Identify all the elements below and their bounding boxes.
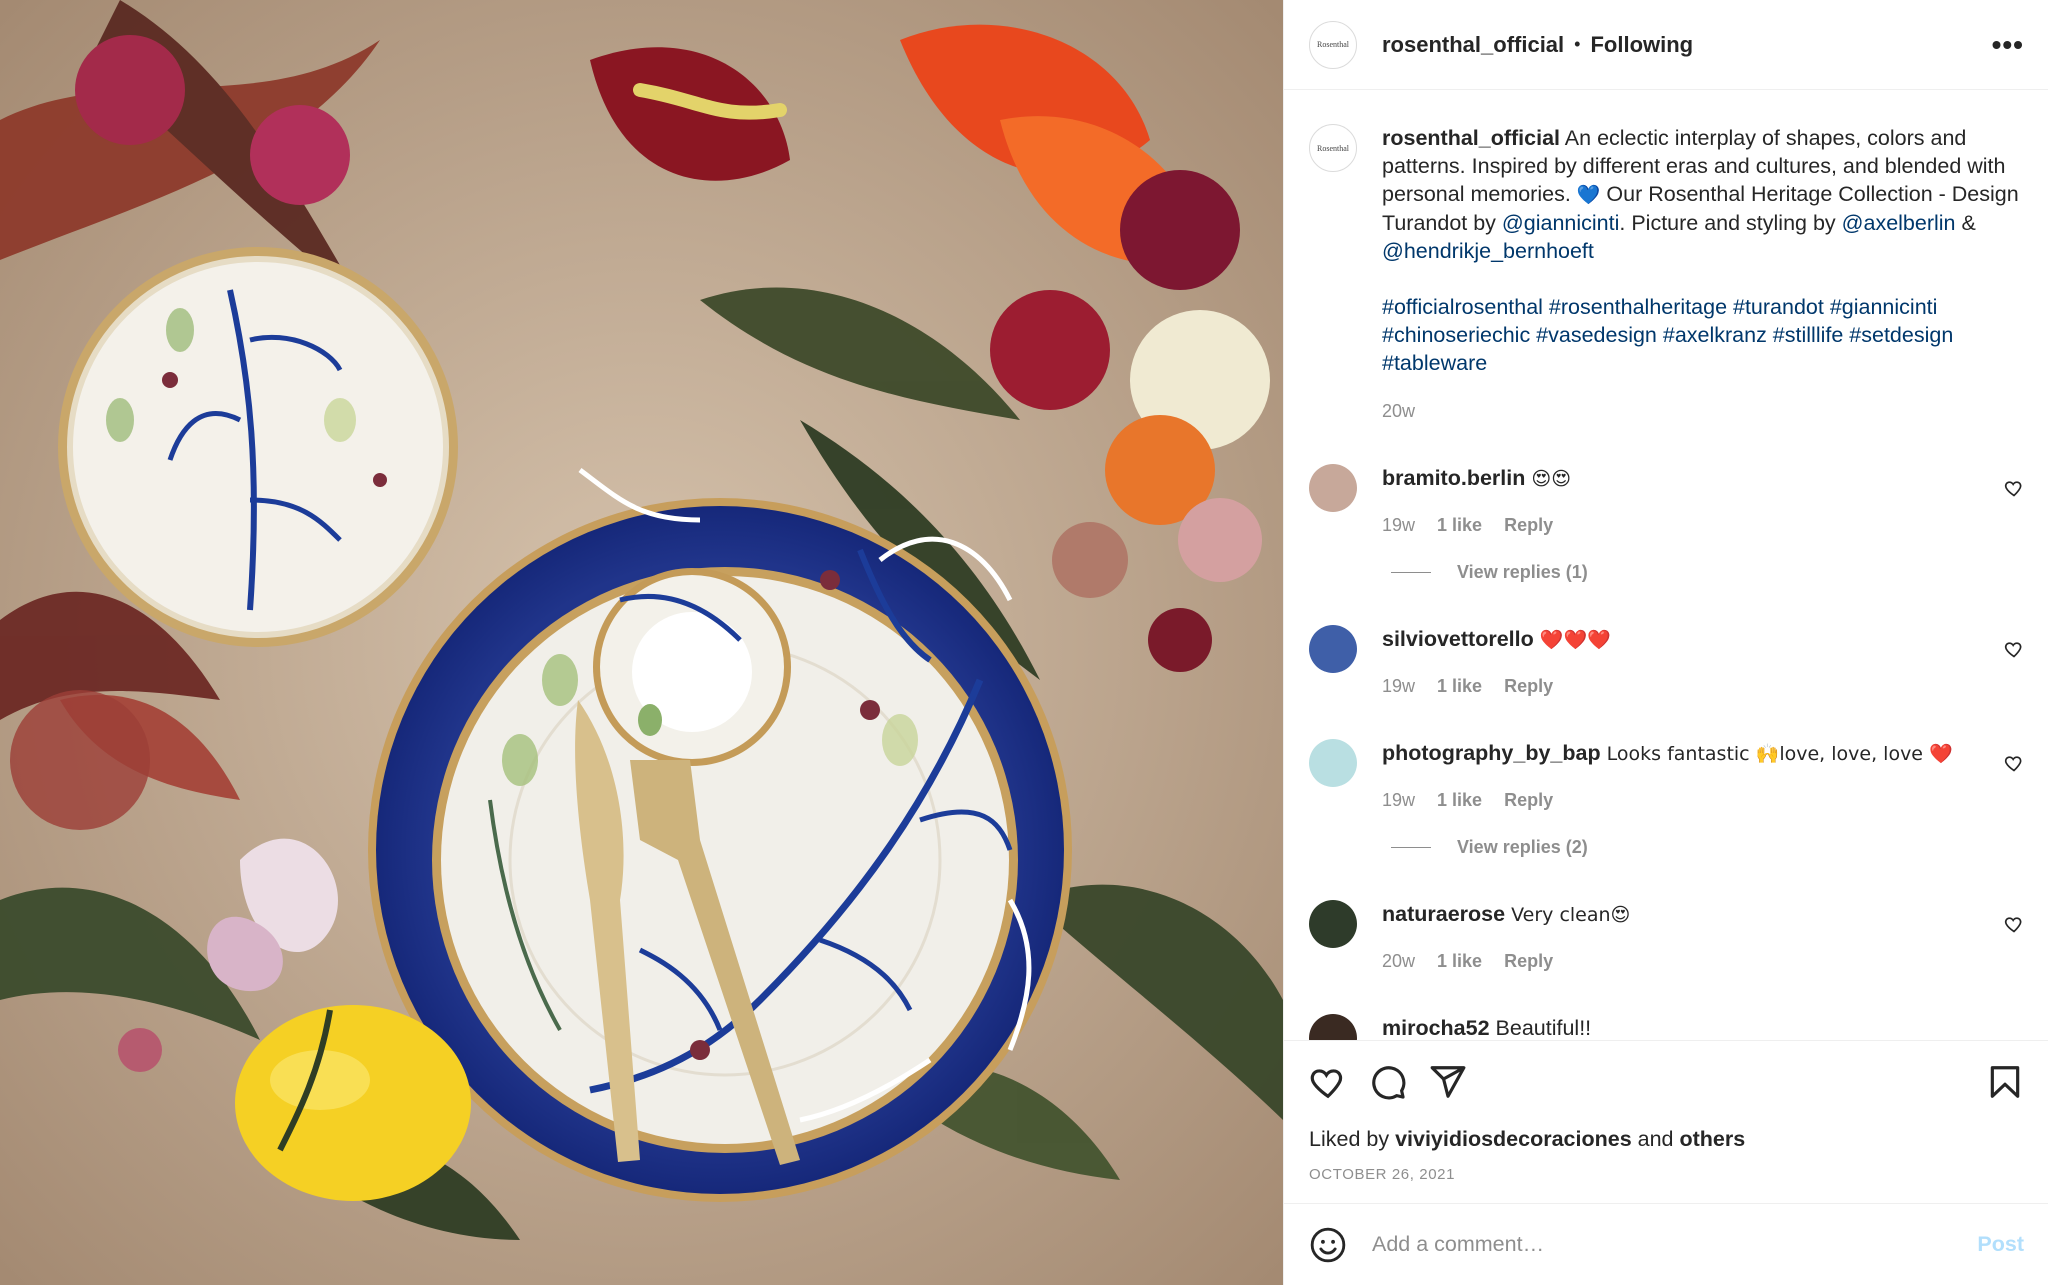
caption-text: rosenthal_official An eclectic interplay… [1382, 124, 2024, 265]
comment-likes[interactable]: 1 like [1437, 951, 1482, 972]
comment-likes[interactable]: 1 like [1437, 790, 1482, 811]
comment-icon[interactable] [1369, 1063, 1407, 1101]
view-replies-label[interactable]: View replies (1) [1457, 562, 1588, 583]
comment-time[interactable]: 19w [1382, 790, 1415, 811]
brand-logo: Rosenthal [1317, 40, 1349, 49]
comments-scroll[interactable]: Rosenthal rosenthal_official An eclectic… [1284, 90, 2048, 1040]
liked-by-user[interactable]: viviyidiosdecoraciones [1395, 1127, 1632, 1151]
comment-username[interactable]: silviovettorello [1382, 627, 1534, 651]
view-replies[interactable]: View replies (1) [1391, 562, 2024, 583]
caption-part: . Picture and styling by [1619, 211, 1842, 235]
comment-text: ❤️❤️❤️ [1533, 629, 1611, 651]
comment-username[interactable]: bramito.berlin [1382, 466, 1525, 490]
caption-username[interactable]: rosenthal_official [1382, 126, 1560, 150]
comment-text: Beautiful!! [1489, 1016, 1592, 1040]
comment-text: Very clean😍 [1505, 904, 1631, 926]
post-actions: Liked by viviyidiosdecoraciones and othe… [1284, 1040, 2048, 1203]
commenter-avatar[interactable] [1309, 739, 1357, 787]
reply-button[interactable]: Reply [1504, 515, 1553, 536]
caption-part: & [1955, 211, 1976, 235]
comment-time[interactable]: 20w [1382, 951, 1415, 972]
view-replies[interactable]: View replies (2) [1391, 837, 2024, 858]
comment-text: 😍😍 [1525, 468, 1572, 490]
post-image[interactable] [0, 0, 1283, 1285]
post-date[interactable]: OCTOBER 26, 2021 [1309, 1166, 2024, 1183]
comment-time[interactable]: 19w [1382, 515, 1415, 536]
post-photo [0, 0, 1283, 1285]
post-header: Rosenthal rosenthal_official • Following… [1284, 0, 2048, 90]
comment-likes[interactable]: 1 like [1437, 515, 1482, 536]
likes-summary: Liked by viviyidiosdecoraciones and othe… [1309, 1127, 2024, 1152]
comment-username[interactable]: naturaerose [1382, 902, 1505, 926]
mention-link[interactable]: @hendrikje_bernhoeft [1382, 239, 1594, 263]
bookmark-icon[interactable] [1986, 1063, 2024, 1101]
comment-username[interactable]: photography_by_bap [1382, 741, 1601, 765]
lemon [235, 1005, 471, 1201]
replies-line [1391, 572, 1431, 573]
like-comment-icon[interactable] [2004, 753, 2024, 773]
more-icon[interactable]: ••• [1992, 30, 2024, 59]
comment-input[interactable]: Add a comment… [1372, 1232, 1544, 1257]
salad-plate [58, 247, 458, 647]
reply-button[interactable]: Reply [1504, 790, 1553, 811]
comment-item: naturaerose Very clean😍 20w 1 like Reply [1309, 900, 2024, 972]
comment-username[interactable]: mirocha52 [1382, 1016, 1490, 1040]
comment-item: photography_by_bap Looks fantastic 🙌love… [1309, 739, 2024, 811]
blue-heart-emoji: 💙 [1576, 184, 1601, 206]
comment-time[interactable]: 19w [1382, 676, 1415, 697]
reply-button[interactable]: Reply [1504, 951, 1553, 972]
separator-dot: • [1574, 34, 1581, 54]
replies-line [1391, 847, 1431, 848]
caption-avatar[interactable]: Rosenthal [1309, 124, 1357, 172]
like-comment-icon[interactable] [2004, 639, 2024, 659]
heart-icon[interactable] [1309, 1063, 1347, 1101]
mention-link[interactable]: @giannicinti [1502, 211, 1619, 235]
caption: Rosenthal rosenthal_official An eclectic… [1309, 124, 2024, 422]
small-bowl [593, 568, 791, 766]
post-sidebar: Rosenthal rosenthal_official • Following… [1283, 0, 2048, 1285]
follow-button[interactable]: Following [1590, 32, 1693, 58]
hashtags[interactable]: #officialrosenthal #rosenthalheritage #t… [1382, 293, 2024, 377]
liked-others[interactable]: others [1680, 1127, 1746, 1151]
liked-and: and [1631, 1127, 1680, 1151]
liked-by-prefix: Liked by [1309, 1127, 1396, 1151]
comment-likes[interactable]: 1 like [1437, 676, 1482, 697]
mention-link[interactable]: @axelberlin [1842, 211, 1956, 235]
add-comment-bar: Add a comment… Post [1284, 1203, 2048, 1285]
commenter-avatar[interactable] [1309, 900, 1357, 948]
post-comment-button[interactable]: Post [1977, 1232, 2024, 1257]
comment-item: bramito.berlin 😍😍 19w 1 like Reply [1309, 464, 2024, 536]
like-comment-icon[interactable] [2004, 914, 2024, 934]
comment-text: Looks fantastic 🙌love, love, love ❤️ [1600, 743, 1953, 765]
emoji-icon[interactable] [1309, 1226, 1347, 1264]
commenter-avatar[interactable] [1309, 464, 1357, 512]
account-username[interactable]: rosenthal_official [1382, 32, 1564, 58]
account-avatar[interactable]: Rosenthal [1309, 20, 1357, 69]
share-icon[interactable] [1429, 1063, 1467, 1101]
commenter-avatar[interactable] [1309, 625, 1357, 673]
view-replies-label[interactable]: View replies (2) [1457, 837, 1588, 858]
brand-logo: Rosenthal [1317, 143, 1349, 153]
comment-item: silviovettorello ❤️❤️❤️ 19w 1 like Reply [1309, 625, 2024, 697]
like-comment-icon[interactable] [2004, 478, 2024, 498]
commenter-avatar[interactable] [1309, 1014, 1357, 1040]
comment-item: mirocha52 Beautiful!! [1309, 1014, 2024, 1040]
post-timestamp[interactable]: 20w [1382, 401, 2024, 422]
reply-button[interactable]: Reply [1504, 676, 1553, 697]
